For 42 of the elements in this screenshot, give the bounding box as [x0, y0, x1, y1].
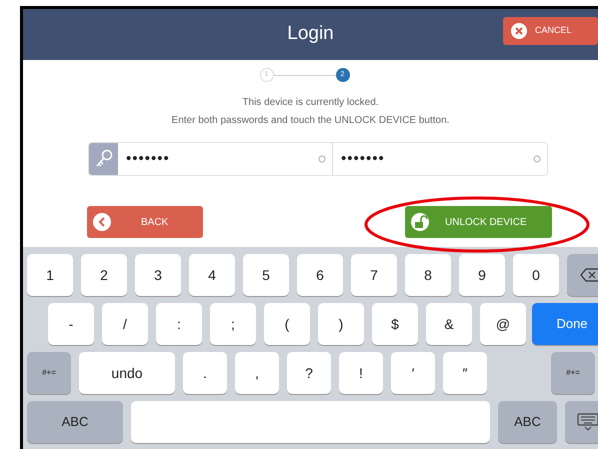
key[interactable]: 0: [513, 254, 559, 296]
key[interactable]: ,: [235, 352, 279, 394]
key[interactable]: !: [339, 352, 383, 394]
key[interactable]: ′: [391, 352, 435, 394]
undo-key[interactable]: undo: [79, 352, 175, 394]
key[interactable]: ?: [287, 352, 331, 394]
key[interactable]: -: [48, 303, 94, 345]
done-key[interactable]: Done: [532, 303, 598, 345]
key[interactable]: .: [183, 352, 227, 394]
key[interactable]: (: [264, 303, 310, 345]
key[interactable]: 6: [297, 254, 343, 296]
key[interactable]: 7: [351, 254, 397, 296]
hide-keyboard-key[interactable]: [565, 401, 598, 443]
backspace-icon: [580, 268, 598, 282]
key[interactable]: $: [372, 303, 418, 345]
key[interactable]: 5: [243, 254, 289, 296]
key[interactable]: 4: [189, 254, 235, 296]
key[interactable]: /: [102, 303, 148, 345]
screen-title: Login: [287, 22, 334, 46]
back-icon: [93, 213, 111, 231]
key[interactable]: ″: [443, 352, 487, 394]
unlocked-padlock-icon: [411, 213, 429, 231]
key[interactable]: :: [156, 303, 202, 345]
message-text: Enter both passwords and touch the UNLOCK DEVICE button.: [170, 114, 450, 128]
key[interactable]: 1: [27, 254, 73, 296]
key[interactable]: ): [318, 303, 364, 345]
message-text: This device is currently locked.: [241, 96, 380, 110]
close-icon: [511, 22, 527, 38]
key[interactable]: 9: [459, 254, 505, 296]
abc-key[interactable]: ABC: [27, 401, 123, 443]
back-button[interactable]: BACK: [87, 206, 203, 238]
abc-key[interactable]: ABC: [498, 401, 557, 443]
key[interactable]: @: [480, 303, 526, 345]
key[interactable]: 3: [135, 254, 181, 296]
key[interactable]: 2: [81, 254, 127, 296]
cancel-button[interactable]: CANCEL: [503, 16, 598, 44]
symbols-key[interactable]: #+=: [27, 352, 71, 394]
keyboard-icon: [577, 413, 598, 431]
key[interactable]: 8: [405, 254, 451, 296]
key[interactable]: &: [426, 303, 472, 345]
key[interactable]: ;: [210, 303, 256, 345]
symbols-key[interactable]: #+=: [551, 352, 595, 394]
